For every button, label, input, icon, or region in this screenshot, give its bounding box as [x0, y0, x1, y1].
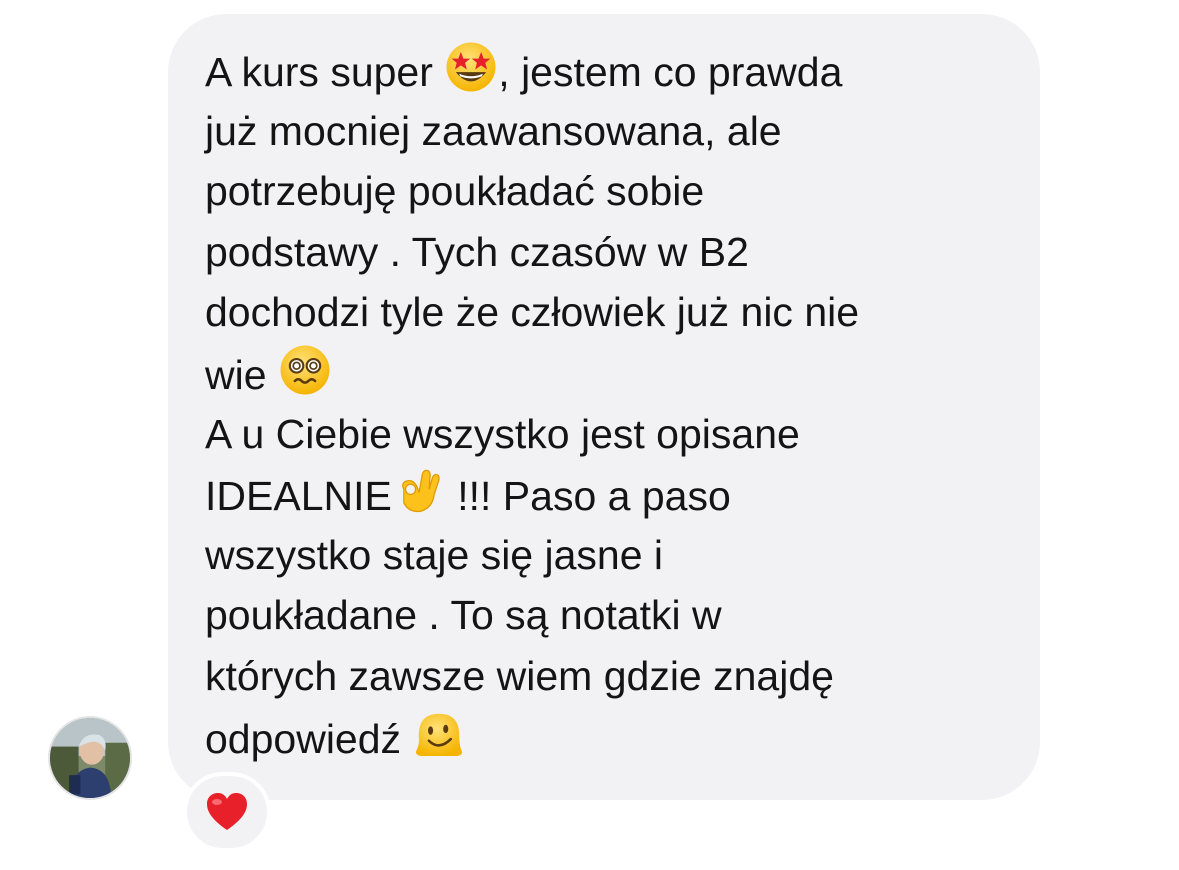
- message-line-10: poukładane . To są notatki w: [205, 592, 722, 639]
- message-line-4: podstawy . Tych czasów w B2: [205, 228, 749, 275]
- star-struck-emoji-icon: [444, 40, 498, 94]
- message-line-7: A u Ciebie wszystko jest opisane: [205, 410, 800, 457]
- heart-reaction[interactable]: [183, 772, 271, 852]
- dm-conversation: A kurs super , jestem co prawda już mocn…: [0, 0, 1179, 870]
- face-with-spiral-eyes-emoji-icon: [278, 343, 332, 397]
- message-line-3: potrzebuję poukładać sobie: [205, 168, 705, 215]
- message-line-12: odpowiedź: [205, 707, 1025, 768]
- message-line-5: dochodzi tyle że człowiek już nic nie: [205, 289, 860, 336]
- user-avatar-icon: [50, 718, 130, 798]
- message-text: A kurs super , jestem co prawda już mocn…: [205, 40, 1025, 767]
- message-line-9: wszystko staje się jasne i: [205, 531, 664, 578]
- ok-hand-emoji-icon: [392, 464, 446, 518]
- message-line-6: wie: [205, 343, 1025, 404]
- message-line-8: IDEALNIE !!! Paso a paso: [205, 464, 1025, 525]
- message-line-11: których zawsze wiem gdzie znajdę: [205, 652, 834, 699]
- red-heart-emoji-icon: [207, 793, 247, 830]
- message-line-2: już mocniej zaawansowana, ale: [205, 107, 782, 154]
- message-line-1: A kurs super , jestem co prawda: [205, 40, 1025, 101]
- melting-face-emoji-icon: [412, 707, 466, 761]
- sender-avatar[interactable]: [48, 716, 132, 800]
